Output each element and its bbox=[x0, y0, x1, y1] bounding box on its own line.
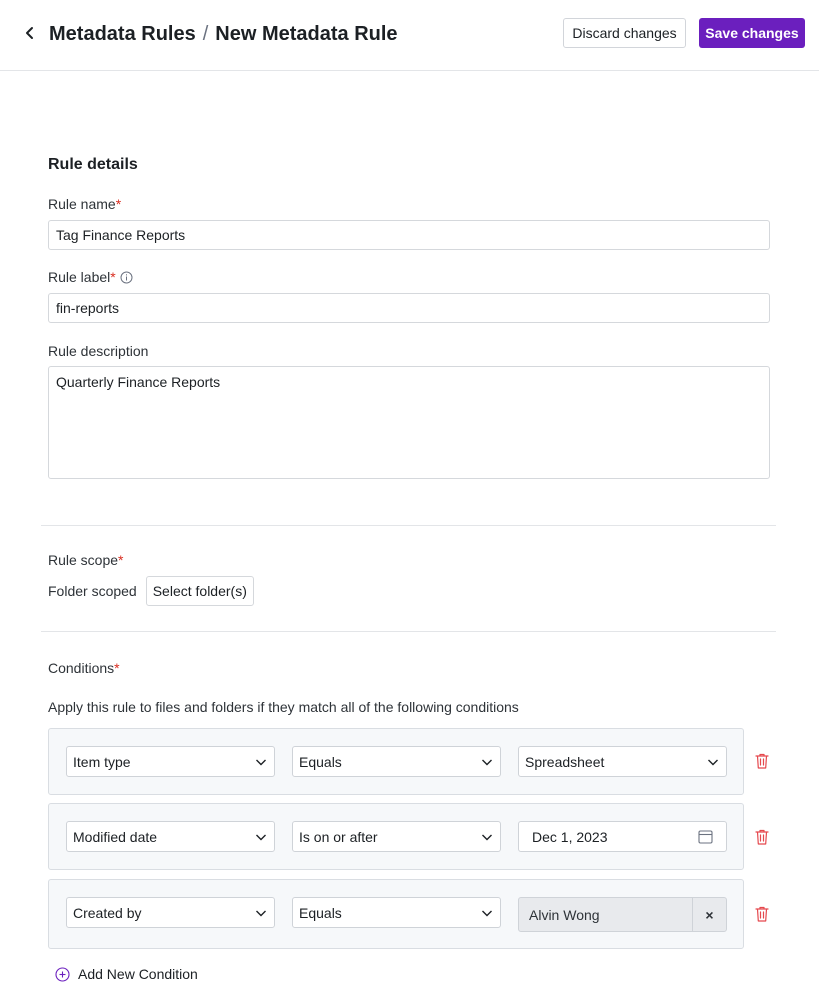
back-button[interactable] bbox=[22, 22, 38, 44]
discard-changes-button[interactable]: Discard changes bbox=[563, 18, 686, 48]
calendar-icon[interactable] bbox=[698, 829, 713, 844]
condition-field-value: Created by bbox=[73, 904, 142, 921]
section-divider bbox=[41, 525, 776, 526]
condition-date-input[interactable]: Dec 1, 2023 bbox=[518, 821, 727, 852]
add-new-condition-button[interactable]: Add New Condition bbox=[55, 964, 198, 984]
chevron-down-icon bbox=[256, 910, 266, 916]
chevron-down-icon bbox=[482, 834, 492, 840]
required-marker: * bbox=[110, 269, 116, 285]
remove-user-button[interactable]: × bbox=[692, 898, 726, 931]
condition-operator-select[interactable]: Equals bbox=[292, 746, 501, 777]
condition-row: Created by Equals Alvin Wong × bbox=[48, 879, 744, 949]
chevron-down-icon bbox=[256, 759, 266, 765]
condition-field-value: Item type bbox=[73, 753, 131, 770]
condition-row: Item type Equals Spreadsheet bbox=[48, 728, 744, 795]
user-chip-name: Alvin Wong bbox=[529, 907, 600, 923]
chevron-down-icon bbox=[482, 910, 492, 916]
condition-value-select[interactable]: Spreadsheet bbox=[518, 746, 727, 777]
rule-scope-label-text: Rule scope bbox=[48, 552, 119, 568]
trash-icon[interactable] bbox=[754, 905, 770, 923]
rule-name-label: Rule name* bbox=[48, 196, 121, 212]
breadcrumb-separator: / bbox=[202, 23, 209, 45]
condition-operator-value: Equals bbox=[299, 753, 342, 770]
chevron-left-icon bbox=[26, 27, 33, 39]
rule-scope-row: Folder scoped Select folder(s) bbox=[48, 576, 254, 606]
info-icon[interactable] bbox=[120, 271, 133, 287]
condition-date-value: Dec 1, 2023 bbox=[532, 828, 608, 845]
condition-field-select[interactable]: Modified date bbox=[66, 821, 275, 852]
condition-operator-select[interactable]: Is on or after bbox=[292, 821, 501, 852]
conditions-description: Apply this rule to files and folders if … bbox=[48, 699, 519, 715]
condition-field-select[interactable]: Item type bbox=[66, 746, 275, 777]
chevron-down-icon bbox=[256, 834, 266, 840]
condition-row: Modified date Is on or after Dec 1, 2023 bbox=[48, 803, 744, 870]
rule-label-input[interactable] bbox=[48, 293, 770, 323]
condition-field-value: Modified date bbox=[73, 828, 158, 845]
scope-type-text: Folder scoped bbox=[48, 583, 137, 599]
trash-icon[interactable] bbox=[754, 828, 770, 846]
chevron-down-icon bbox=[482, 759, 492, 765]
page-title: New Metadata Rule bbox=[215, 23, 398, 45]
rule-label-label-text: Rule label bbox=[48, 269, 111, 285]
required-marker: * bbox=[114, 660, 120, 676]
rule-scope-label: Rule scope* bbox=[48, 552, 124, 568]
condition-value-text: Spreadsheet bbox=[525, 753, 605, 770]
required-marker: * bbox=[118, 552, 124, 568]
required-marker: * bbox=[115, 196, 122, 212]
condition-operator-select[interactable]: Equals bbox=[292, 897, 501, 928]
rule-name-input[interactable] bbox=[48, 220, 770, 250]
conditions-label: Conditions* bbox=[48, 660, 120, 676]
rule-description-label: Rule description bbox=[48, 343, 149, 359]
section-title-rule-details: Rule details bbox=[48, 156, 138, 173]
select-folders-button[interactable]: Select folder(s) bbox=[145, 576, 254, 606]
condition-field-select[interactable]: Created by bbox=[66, 897, 275, 928]
breadcrumb-parent-link[interactable]: Metadata Rules bbox=[49, 23, 196, 45]
rule-name-label-text: Rule name bbox=[48, 196, 116, 212]
add-new-condition-label: Add New Condition bbox=[78, 966, 198, 982]
breadcrumb: Metadata Rules / New Metadata Rule bbox=[49, 21, 398, 47]
plus-circle-icon bbox=[55, 966, 70, 982]
save-changes-button[interactable]: Save changes bbox=[699, 18, 805, 48]
rule-label-label: Rule label* bbox=[48, 269, 133, 287]
user-chip: Alvin Wong × bbox=[518, 897, 727, 932]
trash-icon[interactable] bbox=[754, 752, 770, 770]
section-divider bbox=[41, 631, 776, 632]
condition-operator-value: Is on or after bbox=[299, 828, 378, 845]
conditions-label-text: Conditions bbox=[48, 660, 115, 676]
chevron-down-icon bbox=[708, 759, 718, 765]
condition-operator-value: Equals bbox=[299, 904, 342, 921]
rule-description-textarea[interactable]: Quarterly Finance Reports bbox=[48, 366, 770, 479]
page-header: Metadata Rules / New Metadata Rule Discard… bbox=[0, 0, 819, 71]
